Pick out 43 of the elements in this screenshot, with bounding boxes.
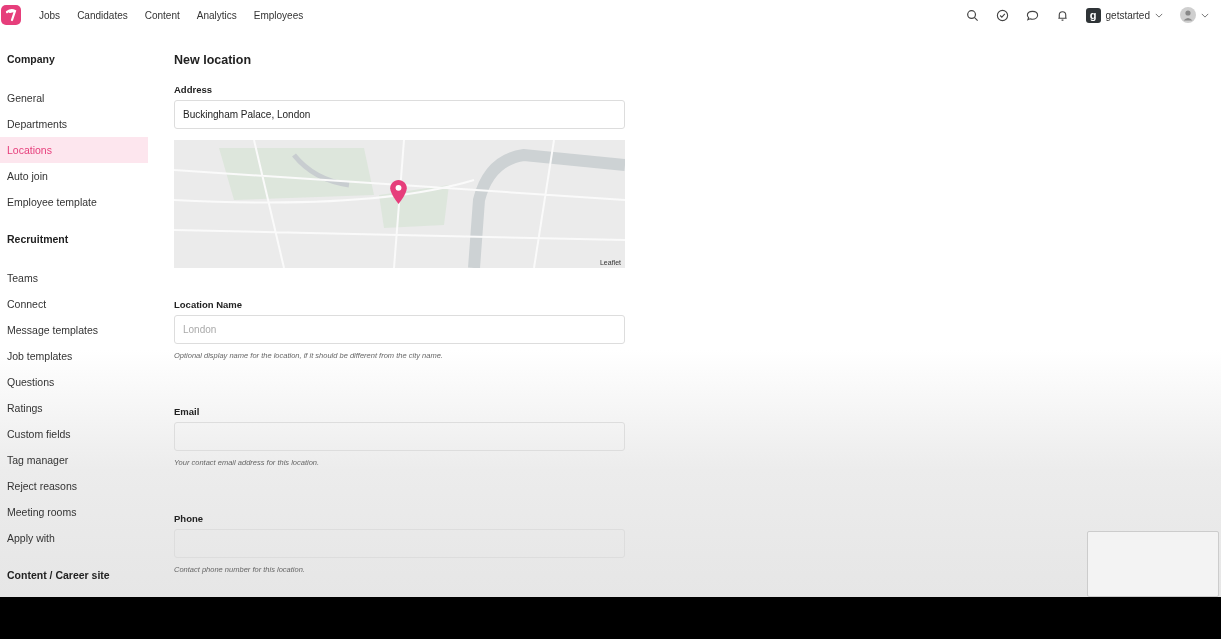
field-label: Phone — [174, 513, 205, 524]
nav-link[interactable]: Employees — [253, 9, 304, 21]
chevron-down-icon — [1201, 12, 1209, 18]
user-menu[interactable] — [1180, 7, 1209, 23]
sidebar-item[interactable]: Message templates — [0, 317, 148, 343]
sidebar-item[interactable]: Employee template — [0, 189, 148, 215]
map-pin-icon[interactable] — [390, 180, 407, 204]
app-logo[interactable] — [1, 5, 21, 25]
sidebar-item[interactable]: Apply with — [0, 525, 148, 551]
sidebar-item[interactable]: Tag manager — [0, 447, 148, 473]
sidebar-item[interactable]: Meeting rooms — [0, 499, 148, 525]
field-label: Location Name — [174, 299, 244, 310]
page-title: New location — [174, 53, 253, 69]
field-label: Email — [174, 406, 201, 417]
sidebar-item[interactable]: Job templates — [0, 343, 148, 369]
account-menu[interactable]: g getstarted — [1085, 7, 1163, 23]
sidebar-section-title: Company — [6, 53, 56, 67]
account-avatar: g — [1085, 7, 1101, 23]
address-field[interactable]: Buckingham Palace, London — [174, 100, 625, 129]
sidebar-item[interactable]: Teams — [0, 265, 148, 291]
user-avatar-icon — [1180, 7, 1196, 23]
sidebar-item[interactable]: Ratings — [0, 395, 148, 421]
nav-link[interactable]: Content — [144, 9, 180, 21]
chat-bubble-icon[interactable] — [1025, 8, 1039, 22]
sidebar-item[interactable]: General — [0, 85, 148, 111]
search-icon[interactable] — [965, 8, 979, 22]
nav-link[interactable]: Jobs — [39, 9, 61, 21]
sidebar-section-title: Recruitment — [6, 233, 70, 247]
sidebar-item[interactable]: Reject reasons — [0, 473, 148, 499]
nav-link[interactable]: Candidates — [77, 9, 128, 21]
check-circle-icon[interactable] — [995, 8, 1009, 22]
bell-icon[interactable] — [1055, 8, 1069, 22]
field-label: Address — [174, 84, 213, 95]
sidebar-item[interactable]: Custom fields — [0, 421, 148, 447]
sidebar-item[interactable]: Connect — [0, 291, 148, 317]
text-field[interactable]: London — [174, 315, 625, 344]
sidebar-section-title: Content / Career site — [6, 569, 111, 583]
chevron-down-icon — [1155, 12, 1163, 18]
account-name: getstarted — [1105, 9, 1150, 21]
sidebar-item[interactable]: Auto join — [0, 163, 148, 189]
nav-link[interactable]: Analytics — [196, 9, 237, 21]
sidebar-item[interactable]: Questions — [0, 369, 148, 395]
sidebar-item[interactable]: Departments — [0, 111, 148, 137]
